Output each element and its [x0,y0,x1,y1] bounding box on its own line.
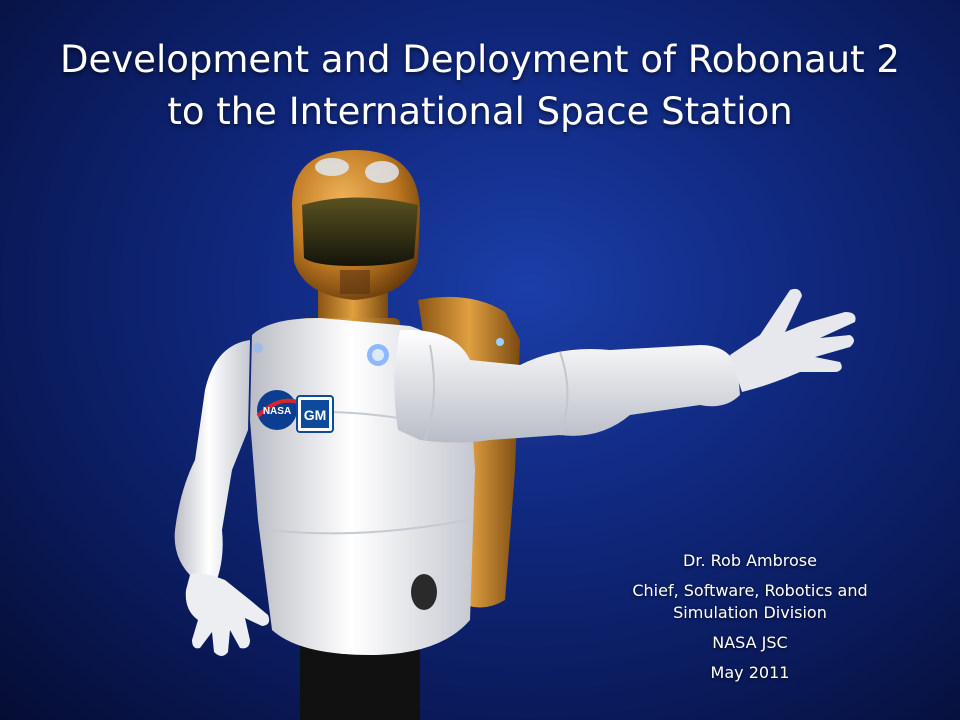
presenter-block: Dr. Rob Ambrose Chief, Software, Robotic… [600,550,900,692]
robot-side-port [411,574,437,610]
robot-left-hand [185,573,270,656]
presenter-date: May 2011 [710,663,790,682]
presenter-role-line-2: Simulation Division [673,603,827,622]
presenter-org: NASA JSC [712,633,788,652]
slide-title-line-2: to the International Space Station [167,90,793,133]
robot-right-hand [730,288,856,392]
gm-logo-icon: GM [296,395,334,433]
title-slide: NASA GM Development and Deployment of Ro… [0,0,960,720]
slide-title: Development and Deployment of Robonaut 2… [0,34,960,138]
robot-base [300,645,420,720]
presenter-name: Dr. Rob Ambrose [683,551,817,570]
backpack-light-icon [496,338,504,346]
svg-text:NASA: NASA [263,406,291,417]
presenter-role-line-1: Chief, Software, Robotics and [632,581,868,600]
slide-title-line-1: Development and Deployment of Robonaut 2 [60,38,900,81]
robot-visor [302,197,418,266]
robot-left-arm [174,340,250,585]
svg-text:GM: GM [304,407,327,423]
